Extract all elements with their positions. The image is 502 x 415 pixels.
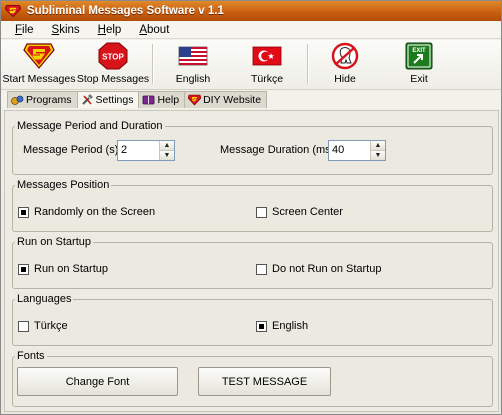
turkey-flag-icon: [252, 46, 282, 66]
tab-strip: Programs Settings Help DIY Website: [1, 91, 501, 108]
turkce-checkbox[interactable]: [18, 320, 29, 332]
programs-icon: [11, 95, 24, 105]
start-messages-button[interactable]: Start Messages: [2, 42, 76, 88]
settings-panel: Message Period and Duration Message Peri…: [4, 110, 499, 412]
screen-center-option[interactable]: Screen Center: [256, 206, 343, 218]
message-duration-spinner[interactable]: 40 ▲ ▼: [328, 140, 386, 161]
message-period-spinner[interactable]: 2 ▲ ▼: [117, 140, 175, 161]
message-period-label: Message Period (s): [23, 144, 119, 156]
run-on-startup-option[interactable]: Run on Startup: [18, 263, 108, 275]
english-button[interactable]: English: [161, 42, 225, 88]
stop-messages-button[interactable]: STOP Stop Messages: [77, 42, 149, 88]
menu-about-rest: bout: [147, 23, 170, 36]
start-messages-label: Start Messages: [2, 73, 76, 85]
menu-help-hotkey: H: [97, 23, 106, 36]
superman-icon: [23, 43, 55, 69]
spin-up-icon[interactable]: ▲: [371, 141, 385, 151]
menu-file[interactable]: File: [13, 24, 36, 36]
do-not-run-label: Do not Run on Startup: [272, 263, 382, 275]
exit-button[interactable]: EXIT Exit: [387, 42, 451, 88]
messages-position-group: Messages Position Randomly on the Screen…: [12, 178, 493, 232]
checked-dot: [21, 266, 26, 272]
us-flag-icon: [178, 46, 208, 66]
checked-dot: [21, 209, 26, 215]
random-position-label: Randomly on the Screen: [34, 206, 156, 218]
startup-group-label: Run on Startup: [15, 235, 93, 249]
hide-label: Hide: [334, 73, 356, 85]
random-position-option[interactable]: Randomly on the Screen: [18, 206, 155, 218]
turkce-option-label: Türkçe: [34, 320, 68, 332]
message-duration-value[interactable]: 40: [329, 141, 370, 160]
menu-help-rest: elp: [105, 23, 122, 36]
change-font-button[interactable]: Change Font: [17, 367, 178, 396]
random-position-checkbox[interactable]: [18, 206, 29, 218]
menu-about[interactable]: About: [137, 24, 171, 36]
run-on-startup-label: Run on Startup: [34, 263, 108, 275]
superman-icon: [188, 94, 202, 106]
english-label: English: [175, 73, 211, 85]
toolbar: Start Messages STOP Stop Messages Englis…: [1, 40, 501, 90]
turkce-button[interactable]: Türkçe: [235, 42, 299, 88]
tab-settings[interactable]: Settings: [77, 92, 140, 108]
ghostbusters-icon: [331, 42, 359, 70]
english-option-label: English: [272, 320, 309, 332]
fonts-group-label: Fonts: [15, 349, 47, 363]
exit-sign-text: EXIT: [412, 48, 426, 54]
languages-group: Languages Türkçe English: [12, 292, 493, 346]
tab-diy-website[interactable]: DIY Website: [185, 92, 267, 108]
message-duration-label: Message Duration (ms): [220, 144, 335, 156]
screen-center-label: Screen Center: [272, 206, 343, 218]
message-period-arrows: ▲ ▼: [159, 141, 174, 160]
stop-messages-label: Stop Messages: [76, 73, 150, 85]
english-checkbox[interactable]: [256, 320, 267, 332]
do-not-run-checkbox[interactable]: [256, 263, 267, 275]
spin-up-icon[interactable]: ▲: [160, 141, 174, 151]
english-option[interactable]: English: [256, 320, 308, 332]
message-duration-arrows: ▲ ▼: [370, 141, 385, 160]
toolbar-separator: [307, 44, 308, 84]
tab-diy-website-label: DIY Website: [203, 94, 262, 106]
settings-icon: [81, 94, 93, 105]
tab-settings-label: Settings: [95, 94, 134, 106]
period-group-label: Message Period and Duration: [15, 119, 165, 133]
checked-dot: [259, 323, 264, 329]
screen-center-checkbox[interactable]: [256, 206, 267, 218]
exit-sign-icon: EXIT: [405, 42, 433, 70]
period-duration-group: Message Period and Duration Message Peri…: [12, 119, 493, 175]
run-on-startup-group: Run on Startup Run on Startup Do not Run…: [12, 235, 493, 289]
position-group-label: Messages Position: [15, 178, 112, 192]
window-title: Subliminal Messages Software v 1.1: [27, 5, 224, 17]
book-icon: [143, 95, 155, 105]
turkce-label: Türkçe: [250, 73, 284, 85]
turkce-option[interactable]: Türkçe: [18, 320, 68, 332]
stop-sign-icon: STOP: [98, 42, 128, 70]
hide-button[interactable]: Hide: [313, 42, 377, 88]
menu-about-hotkey: A: [139, 23, 148, 36]
menu-help[interactable]: Help: [96, 24, 124, 36]
tab-help[interactable]: Help: [139, 92, 186, 108]
menu-file-hotkey: F: [15, 23, 23, 36]
spin-down-icon[interactable]: ▼: [160, 151, 174, 160]
tab-help-label: Help: [157, 94, 180, 106]
message-period-value[interactable]: 2: [118, 141, 159, 160]
menu-bar: File Skins Help About: [1, 21, 501, 39]
tab-programs-label: Programs: [26, 94, 72, 106]
exit-label: Exit: [410, 73, 428, 85]
menu-skins[interactable]: Skins: [50, 24, 82, 36]
toolbar-separator: [152, 44, 153, 84]
tab-programs[interactable]: Programs: [8, 92, 78, 108]
menu-skins-rest: kins: [59, 23, 80, 36]
title-bar[interactable]: Subliminal Messages Software v 1.1: [1, 1, 501, 21]
menu-file-rest: ile: [22, 23, 34, 36]
languages-group-label: Languages: [15, 292, 74, 306]
spin-down-icon[interactable]: ▼: [371, 151, 385, 160]
superman-logo-icon: [5, 5, 21, 18]
fonts-group: Fonts Change Font TEST MESSAGE: [12, 349, 493, 407]
stop-sign-text: STOP: [102, 53, 124, 62]
tabs-row: Programs Settings Help DIY Website: [7, 91, 268, 108]
run-on-startup-checkbox[interactable]: [18, 263, 29, 275]
test-message-button[interactable]: TEST MESSAGE: [198, 367, 331, 396]
do-not-run-option[interactable]: Do not Run on Startup: [256, 263, 381, 275]
app-window: Subliminal Messages Software v 1.1 File …: [0, 0, 502, 415]
